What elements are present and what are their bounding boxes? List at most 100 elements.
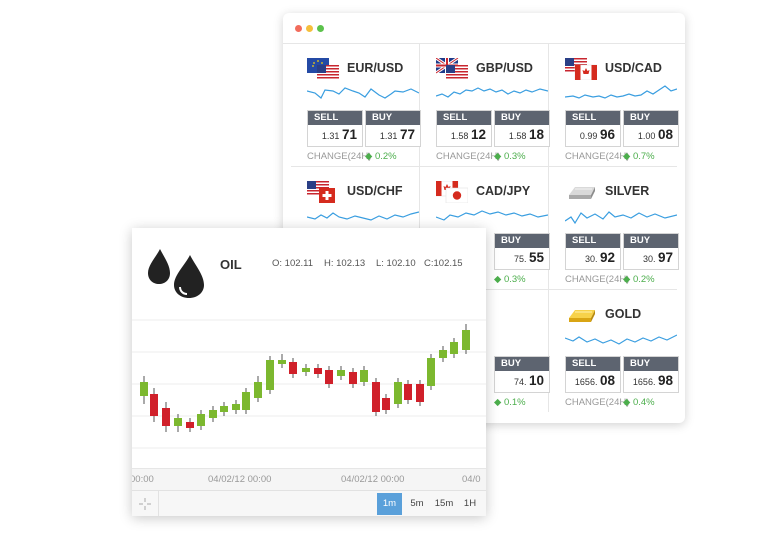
candle-body [439, 350, 447, 358]
sell-price: 1656. 08 [574, 373, 615, 388]
candle-body [337, 370, 345, 376]
buy-button[interactable]: BUY 1.31 77 [365, 110, 421, 147]
sparkline [565, 211, 677, 225]
change-value: ◆ 0.3% [494, 274, 526, 285]
sell-button[interactable]: SELL 0.99 96 [565, 110, 621, 147]
change-label: CHANGE(24H) [565, 151, 630, 162]
sell-button[interactable]: SELL 1.31 71 [307, 110, 363, 147]
buy-label: BUY [624, 111, 678, 125]
candlestick-plot[interactable] [132, 290, 486, 468]
timeframe-5m[interactable]: 5m [404, 493, 430, 515]
candle-body [220, 406, 228, 412]
candle-body [278, 360, 286, 364]
candle-body [302, 368, 310, 372]
close-dot[interactable] [295, 25, 302, 32]
sparkline [436, 87, 548, 98]
time-axis: 00:00 04/02/12 00:00 04/02/12 00:00 04/0 [132, 468, 486, 491]
minimize-dot[interactable] [306, 25, 313, 32]
sell-price: 1.31 71 [321, 127, 357, 142]
change-value: ◆ 0.4% [623, 397, 655, 408]
x-tick-label: 00:00 [132, 474, 154, 485]
candle-body [372, 382, 380, 412]
candle-body [254, 382, 262, 398]
crosshair-button[interactable] [132, 491, 159, 516]
buy-price: 1.58 18 [508, 127, 544, 142]
buy-label: BUY [624, 234, 678, 248]
timeframe-1h[interactable]: 1H [458, 493, 482, 515]
x-tick-label: 04/02/12 00:00 [208, 474, 272, 485]
symbol-label: GBP/USD [476, 61, 533, 75]
change-value: ◆ 0.7% [623, 151, 655, 162]
change-value: ◆ 0.3% [494, 151, 526, 162]
candle-body [314, 368, 322, 374]
change-label: CHANGE(24H) [565, 397, 630, 408]
candle-body [462, 330, 470, 350]
buy-label: BUY [624, 357, 678, 371]
tile-silver[interactable]: SILVER SELL 30. 92 BUY 30. 97 CHANGE(24H) … [549, 167, 679, 290]
chart-toolbar: 1m 5m 15m 1H [132, 490, 486, 516]
sell-button[interactable]: SELL 30. 92 [565, 233, 621, 270]
sell-label: SELL [437, 111, 491, 125]
change-label: CHANGE(24H) [307, 151, 372, 162]
candle-body [242, 392, 250, 410]
sell-button[interactable]: SELL 1.58 12 [436, 110, 492, 147]
timeframe-1m[interactable]: 1m [377, 493, 402, 515]
sell-price: 1.58 12 [450, 127, 486, 142]
buy-label: BUY [495, 111, 549, 125]
low-value: L: 102.10 [376, 258, 416, 269]
crosshair-icon [139, 498, 151, 510]
symbol-label: SILVER [605, 184, 650, 198]
candle-body [416, 384, 424, 402]
eur-usd-flag-icon [307, 58, 339, 80]
symbol-label: CAD/JPY [476, 184, 531, 198]
tile-gbp-usd[interactable]: GBP/USD SELL 1.58 12 BUY 1.58 18 CHANGE(24… [420, 44, 550, 167]
gbp-usd-flag-icon [436, 58, 468, 80]
tile-gold[interactable]: GOLD SELL 1656. 08 BUY 1656. 98 CHANGE(24H… [549, 290, 679, 412]
candle-body [427, 358, 435, 386]
candle-body [186, 422, 194, 428]
buy-price: 74. 10 [513, 373, 544, 388]
buy-button[interactable]: BUY 1.00 08 [623, 110, 679, 147]
buy-price: 1.31 77 [379, 127, 415, 142]
timeframe-15m[interactable]: 15m [431, 493, 457, 515]
tile-eur-usd[interactable]: EUR/USD SELL 1.31 71 BUY 1.31 77 CHANGE(24… [291, 44, 421, 167]
usd-chf-flag-icon [307, 181, 335, 203]
change-label: CHANGE(24H) [565, 274, 630, 285]
open-value: O: 102.11 [272, 258, 314, 269]
candle-body [394, 382, 402, 404]
buy-label: BUY [366, 111, 420, 125]
gold-bar-icon [569, 310, 595, 322]
usd-cad-flag-icon [565, 58, 597, 80]
candle-body [174, 418, 182, 426]
candle-body [150, 394, 158, 416]
sell-price: 30. 92 [584, 250, 615, 265]
candle-body [349, 372, 357, 384]
tile-usd-cad[interactable]: USD/CAD SELL 0.99 96 BUY 1.00 08 CHANGE(24… [549, 44, 679, 167]
sell-label: SELL [566, 234, 620, 248]
buy-button[interactable]: BUY 1656. 98 [623, 356, 679, 393]
candle-body [232, 404, 240, 410]
buy-label: BUY [495, 357, 549, 371]
buy-price: 1656. 98 [632, 373, 673, 388]
buy-button[interactable]: BUY 75. 55 [494, 233, 550, 270]
sparkline [565, 334, 677, 345]
sparkline [565, 85, 677, 99]
sell-button[interactable]: SELL 1656. 08 [565, 356, 621, 393]
buy-button[interactable]: BUY 1.58 18 [494, 110, 550, 147]
sell-price: 0.99 96 [579, 127, 615, 142]
sparkline [436, 210, 548, 221]
sell-label: SELL [308, 111, 362, 125]
symbol-label: GOLD [605, 307, 642, 321]
buy-button[interactable]: BUY 30. 97 [623, 233, 679, 270]
buy-button[interactable]: BUY 74. 10 [494, 356, 550, 393]
candle-body [404, 384, 412, 400]
buy-price: 30. 97 [642, 250, 673, 265]
buy-price: 75. 55 [513, 250, 544, 265]
candle-body [209, 410, 217, 418]
candle-body [266, 360, 274, 390]
buy-price: 1.00 08 [637, 127, 673, 142]
candle-body [382, 398, 390, 410]
maximize-dot[interactable] [317, 25, 324, 32]
window-titlebar [283, 13, 685, 44]
high-value: H: 102.13 [324, 258, 366, 269]
